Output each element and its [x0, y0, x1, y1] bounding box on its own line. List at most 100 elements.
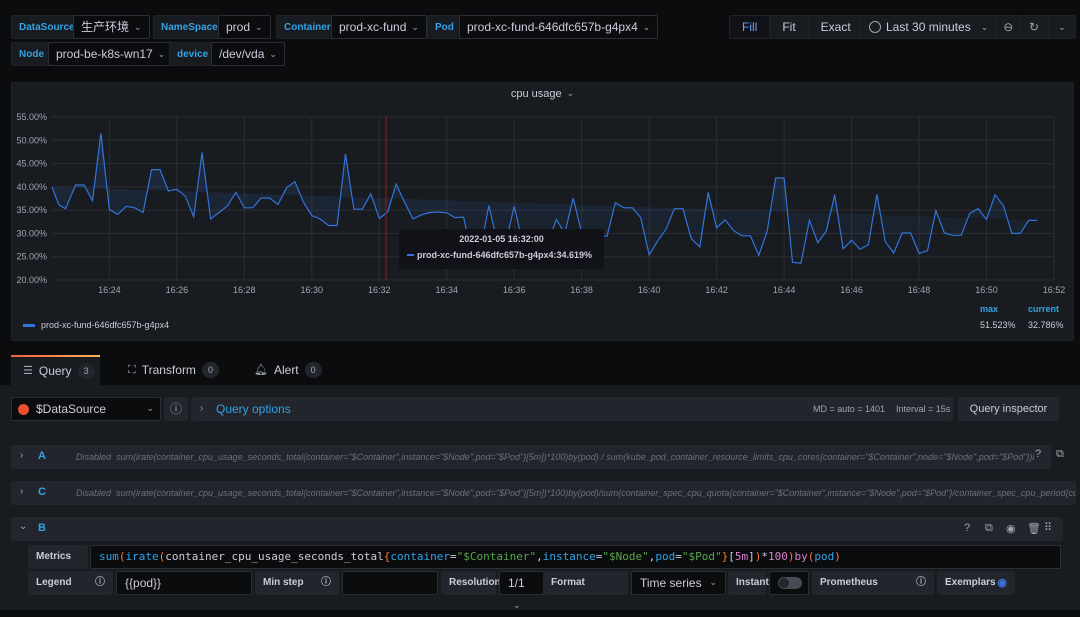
- chevron-down-icon: ⌄: [269, 43, 277, 65]
- trash-icon[interactable]: 🗑︎: [1027, 522, 1041, 535]
- chevron-down-icon: ⌄: [134, 16, 142, 38]
- y-tick-label: 40.00%: [16, 182, 47, 192]
- x-tick-label: 16:30: [301, 285, 324, 295]
- query-row-c[interactable]: › C Disabled sum(irate(container_cpu_usa…: [11, 481, 1076, 505]
- legend-max-value: 51.523%: [980, 320, 1016, 330]
- legend-label-text: Legend: [36, 577, 72, 588]
- chevron-right-icon[interactable]: ›: [20, 450, 23, 461]
- var-select-container[interactable]: prod-xc-fund⌄: [331, 15, 427, 39]
- min-step-input[interactable]: [342, 571, 438, 595]
- metrics-browser-button[interactable]: Metrics⌄: [28, 545, 88, 569]
- legend-header-current[interactable]: current: [1028, 304, 1059, 314]
- chevron-down-icon: ⌄: [1058, 16, 1066, 38]
- chevron-right-icon: ›: [200, 397, 203, 421]
- resolution-select[interactable]: 1/1⌄: [499, 571, 545, 595]
- tab-transform[interactable]: ⛶ Transform 0: [116, 355, 231, 385]
- query-status: Disabled: [76, 488, 111, 498]
- var-select-device[interactable]: /dev/vda ⌄: [211, 42, 285, 66]
- datasource-name: $DataSource: [36, 402, 106, 416]
- expr-token: =: [675, 550, 682, 563]
- x-tick-label: 16:34: [435, 285, 458, 295]
- prometheus-label-text: Prometheus: [820, 577, 878, 588]
- transform-icon: ⛶: [128, 355, 136, 385]
- y-tick-label: 55.00%: [16, 112, 47, 122]
- fit-button[interactable]: Fit: [770, 16, 808, 38]
- format-value: Time series: [640, 576, 702, 590]
- query-row-b-header[interactable]: ⌄ B ? ⧉ ◉ 🗑︎ ⠿: [11, 517, 1063, 541]
- legend-item[interactable]: prod-xc-fund-646dfc657b-g4px4: [23, 320, 169, 330]
- exact-button[interactable]: Exact: [809, 16, 863, 38]
- instant-label: Instant: [728, 571, 766, 595]
- query-row-a[interactable]: › A Disabled sum(irate(container_cpu_usa…: [11, 445, 1051, 469]
- chevron-down-icon[interactable]: ⌄: [19, 521, 27, 532]
- y-tick-label: 30.00%: [16, 228, 47, 238]
- info-icon[interactable]: ⓘ: [95, 571, 105, 595]
- duplicate-icon[interactable]: ⧉: [1056, 448, 1064, 461]
- x-tick-label: 16:48: [908, 285, 931, 295]
- datasource-help-button[interactable]: ⓘ: [164, 397, 188, 421]
- refresh-button[interactable]: ↻: [1020, 16, 1049, 38]
- x-tick-label: 16:44: [773, 285, 796, 295]
- refresh-interval-dropdown[interactable]: ⌄: [1049, 16, 1075, 38]
- eye-icon[interactable]: ◉: [1006, 522, 1016, 535]
- tooltip-swatch: [407, 254, 414, 256]
- chevron-down-icon: ⌄: [981, 16, 989, 38]
- query-b-expression-input[interactable]: sum(irate(container_cpu_usage_seconds_to…: [90, 545, 1061, 569]
- duplicate-icon[interactable]: ⧉: [985, 522, 993, 535]
- format-label: Format: [543, 571, 628, 595]
- var-select-pod[interactable]: prod-xc-fund-646dfc657b-g4px4⌄: [459, 15, 658, 39]
- var-value: /dev/vda: [219, 47, 264, 61]
- query-ref-id: C: [38, 486, 46, 498]
- legend-color-swatch: [23, 324, 35, 327]
- var-value: prod-xc-fund: [339, 20, 406, 34]
- datasource-picker[interactable]: $DataSource ⌄: [11, 397, 161, 421]
- tab-count: 3: [78, 363, 95, 379]
- bell-icon: 🔔︎: [254, 355, 268, 385]
- expr-token: 5m: [735, 550, 748, 563]
- legend-series-name: prod-xc-fund-646dfc657b-g4px4: [41, 320, 169, 330]
- interval-info: Interval = 15s: [896, 397, 950, 421]
- x-tick-label: 16:46: [840, 285, 863, 295]
- var-select-namespace[interactable]: prod⌄: [218, 15, 271, 39]
- time-range-picker[interactable]: Last 30 minutes⌄: [861, 16, 997, 38]
- expr-token: container_cpu_usage_seconds_total: [165, 550, 384, 563]
- tab-label: Alert: [274, 355, 299, 385]
- var-label-namespace: NameSpace: [153, 15, 226, 39]
- expr-token: pod: [814, 550, 834, 563]
- chevron-down-icon: ⌄: [255, 16, 263, 38]
- query-inspector-button[interactable]: Query inspector: [958, 397, 1059, 421]
- query-editor: $DataSource ⌄ ⓘ › Query options MD = aut…: [0, 385, 1080, 610]
- zoom-out-button[interactable]: ⊖: [997, 16, 1019, 38]
- legend-format-input[interactable]: {{pod}}: [116, 571, 252, 595]
- expr-token: "$Node": [602, 550, 648, 563]
- cpu-usage-chart[interactable]: 20.00%25.00%30.00%35.00%40.00%45.00%50.0…: [12, 83, 1075, 342]
- x-tick-label: 16:42: [705, 285, 728, 295]
- tab-alert[interactable]: 🔔︎ Alert 0: [242, 355, 334, 385]
- info-icon[interactable]: ⓘ: [321, 571, 331, 595]
- zoom-out-icon: ⊖: [1003, 16, 1013, 38]
- instant-toggle[interactable]: [778, 577, 802, 589]
- tab-query[interactable]: ☰ Query 3: [11, 355, 100, 385]
- eye-icon[interactable]: ◉: [997, 571, 1007, 595]
- expr-token: sum: [99, 550, 119, 563]
- graph-tooltip: 2022-01-05 16:32:00 prod-xc-fund-646dfc6…: [399, 229, 604, 269]
- drag-handle-icon[interactable]: ⠿: [1044, 521, 1052, 534]
- y-tick-label: 50.00%: [16, 135, 47, 145]
- legend-header-max[interactable]: max: [980, 304, 998, 314]
- help-circle-icon[interactable]: ?: [964, 522, 970, 534]
- legend-label: Legend ⓘ: [28, 571, 113, 595]
- var-select-datasource[interactable]: 生产环境⌄: [73, 15, 150, 39]
- graph-panel: cpu usage⌄ 20.00%25.00%30.00%35.00%40.00…: [11, 82, 1074, 341]
- format-select[interactable]: Time series⌄: [631, 571, 726, 595]
- var-label-node: Node: [11, 42, 52, 66]
- fill-button[interactable]: Fill: [730, 16, 770, 38]
- query-options-bar[interactable]: › Query options MD = auto = 1401 Interva…: [191, 397, 953, 421]
- expr-token: [: [728, 550, 735, 563]
- help-circle-icon[interactable]: ?: [1035, 448, 1041, 460]
- toggle-knob: [779, 578, 789, 588]
- var-select-node[interactable]: prod-be-k8s-wn17⌄: [48, 42, 173, 66]
- expr-token: irate: [126, 550, 159, 563]
- var-label-pod: Pod: [427, 15, 462, 39]
- info-icon[interactable]: ⓘ: [916, 571, 926, 595]
- chevron-right-icon[interactable]: ›: [20, 486, 23, 497]
